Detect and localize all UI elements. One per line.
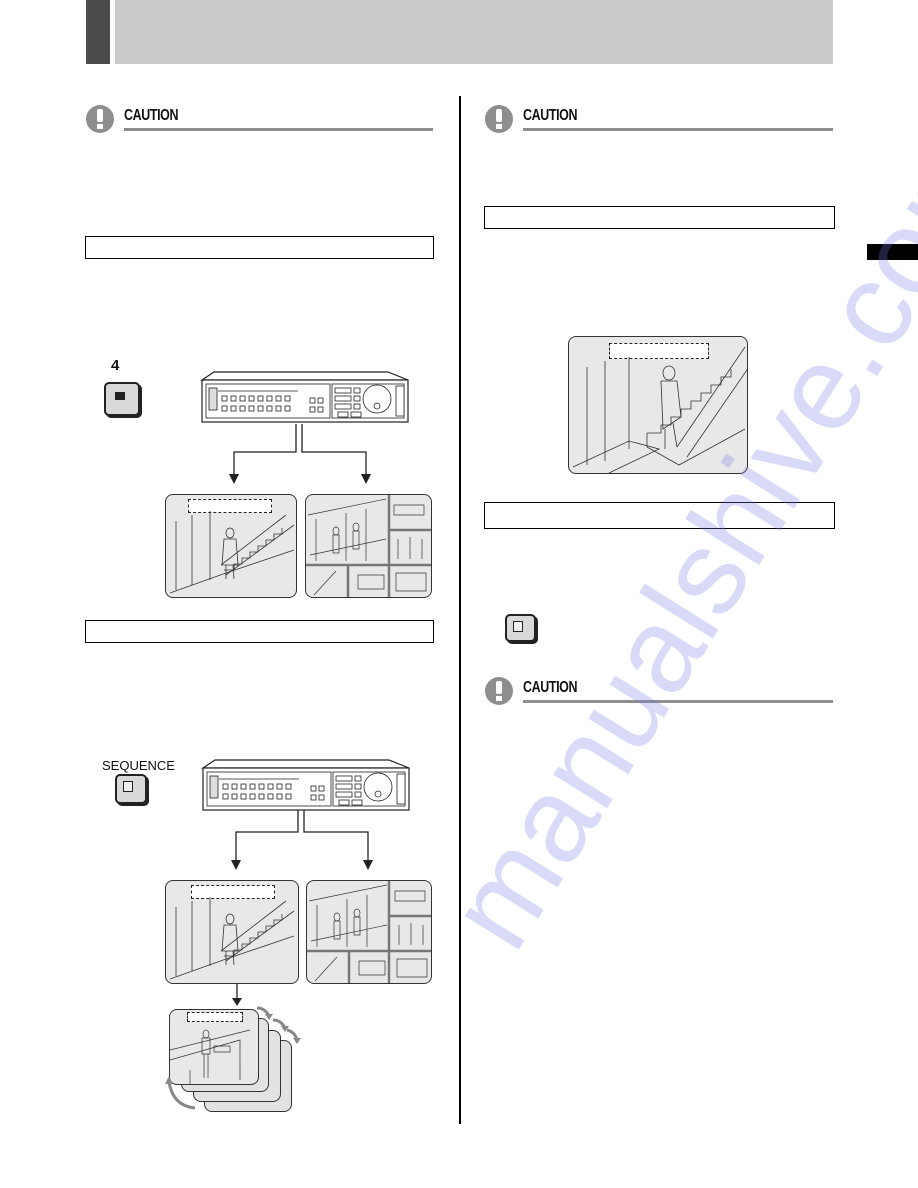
output-arrows-2	[231, 810, 373, 870]
rotation-arrows-icon	[165, 1006, 301, 1110]
caution-label: CAUTION	[124, 107, 179, 124]
key-hollow-square-icon	[123, 781, 133, 792]
full-screen-view	[568, 336, 748, 474]
output-arrows	[229, 424, 371, 484]
multi-view-screen-2	[306, 880, 432, 984]
section-box-4	[484, 502, 835, 529]
caution-label: CAUTION	[523, 107, 578, 124]
multi-view-screen	[305, 494, 432, 598]
blank-key-button[interactable]	[505, 614, 536, 642]
stair-scene-illustration	[169, 897, 295, 980]
side-index-tab	[867, 244, 918, 260]
multi-camera-scene-illustration	[307, 881, 431, 983]
caution-heading-2: CAUTION	[485, 102, 833, 133]
exclamation-icon	[485, 105, 513, 133]
exclamation-icon	[485, 677, 513, 705]
key-solid-square-icon	[115, 392, 125, 400]
caution-heading-1: CAUTION	[86, 102, 433, 133]
exclamation-icon	[86, 105, 114, 133]
stair-climber-illustration	[572, 346, 747, 473]
stair-scene-illustration	[169, 511, 295, 594]
caution-label: CAUTION	[523, 679, 578, 696]
sequence-button[interactable]	[115, 774, 147, 804]
key-4-label: 4	[111, 357, 120, 374]
sequence-key-label: SEQUENCE	[102, 758, 175, 773]
single-view-screen-2	[165, 880, 299, 984]
dvr-device-illustration	[200, 371, 409, 423]
column-divider	[459, 96, 461, 1124]
single-view-screen	[165, 494, 297, 598]
chapter-marker	[86, 0, 110, 64]
caution-rule	[523, 128, 833, 131]
page-header-band	[115, 0, 833, 64]
caution-rule	[124, 128, 433, 131]
key-4-button[interactable]	[104, 382, 140, 416]
section-box-3	[484, 206, 835, 229]
dvr-device-illustration-2	[201, 759, 410, 811]
watermark: manualshive.com	[422, 107, 918, 971]
multi-camera-scene-illustration	[306, 495, 431, 597]
section-box-1	[85, 236, 434, 259]
section-box-2	[85, 620, 434, 643]
caution-rule	[523, 700, 833, 703]
key-hollow-square-icon	[513, 621, 523, 632]
caution-heading-3: CAUTION	[485, 674, 833, 705]
